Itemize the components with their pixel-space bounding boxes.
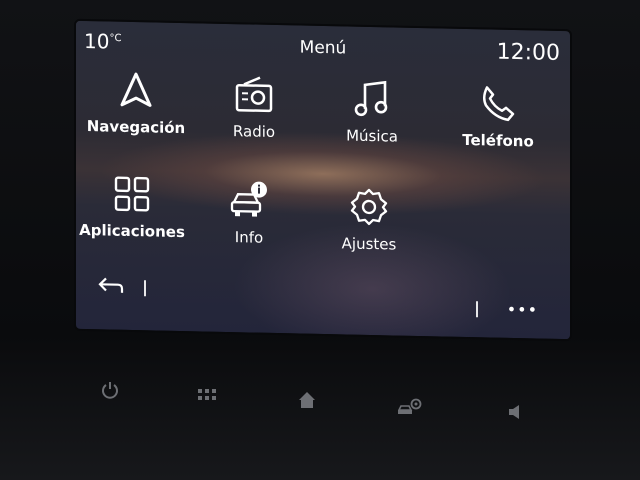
infotainment-screen: 10°C Menú 12:00 Navegación Radio Música … xyxy=(76,20,570,340)
menu-item-aplicaciones[interactable]: Aplicaciones xyxy=(72,171,192,242)
divider xyxy=(144,280,146,297)
menu-item-navegacion[interactable]: Navegación xyxy=(76,67,196,138)
menu-item-label: Info xyxy=(234,228,264,247)
back-arrow-icon xyxy=(98,277,124,293)
clock: 12:00 xyxy=(496,39,560,66)
back-button[interactable] xyxy=(98,276,124,300)
menu-item-ajustes[interactable]: Ajustes xyxy=(309,184,429,255)
menu-item-info[interactable]: Info xyxy=(189,177,309,248)
music-note-icon xyxy=(312,76,432,123)
menu-item-label: Aplicaciones xyxy=(79,220,185,242)
menu-item-musica[interactable]: Música xyxy=(312,76,432,147)
home-icon[interactable] xyxy=(292,385,322,415)
grid-icon[interactable] xyxy=(192,380,222,410)
menu-item-label: Teléfono xyxy=(462,130,534,151)
menu-item-label: Navegación xyxy=(86,117,186,138)
volume-icon[interactable] xyxy=(500,397,530,427)
menu-item-label: Ajustes xyxy=(341,234,397,254)
apps-grid-icon xyxy=(72,171,192,218)
menu-item-label: Radio xyxy=(232,122,276,141)
menu-item-telefono[interactable]: Teléfono xyxy=(438,80,558,151)
divider xyxy=(476,301,478,318)
gear-icon xyxy=(309,184,429,231)
car-info-icon xyxy=(189,177,309,224)
power-icon[interactable] xyxy=(95,375,125,405)
radio-icon xyxy=(194,71,314,118)
phone-icon xyxy=(438,80,558,127)
menu-item-label: Música xyxy=(346,126,398,146)
more-dots-icon[interactable]: ••• xyxy=(507,300,538,320)
menu-item-radio[interactable]: Radio xyxy=(194,71,314,142)
car-settings-icon[interactable] xyxy=(395,392,425,422)
navigation-arrow-icon xyxy=(76,67,196,114)
